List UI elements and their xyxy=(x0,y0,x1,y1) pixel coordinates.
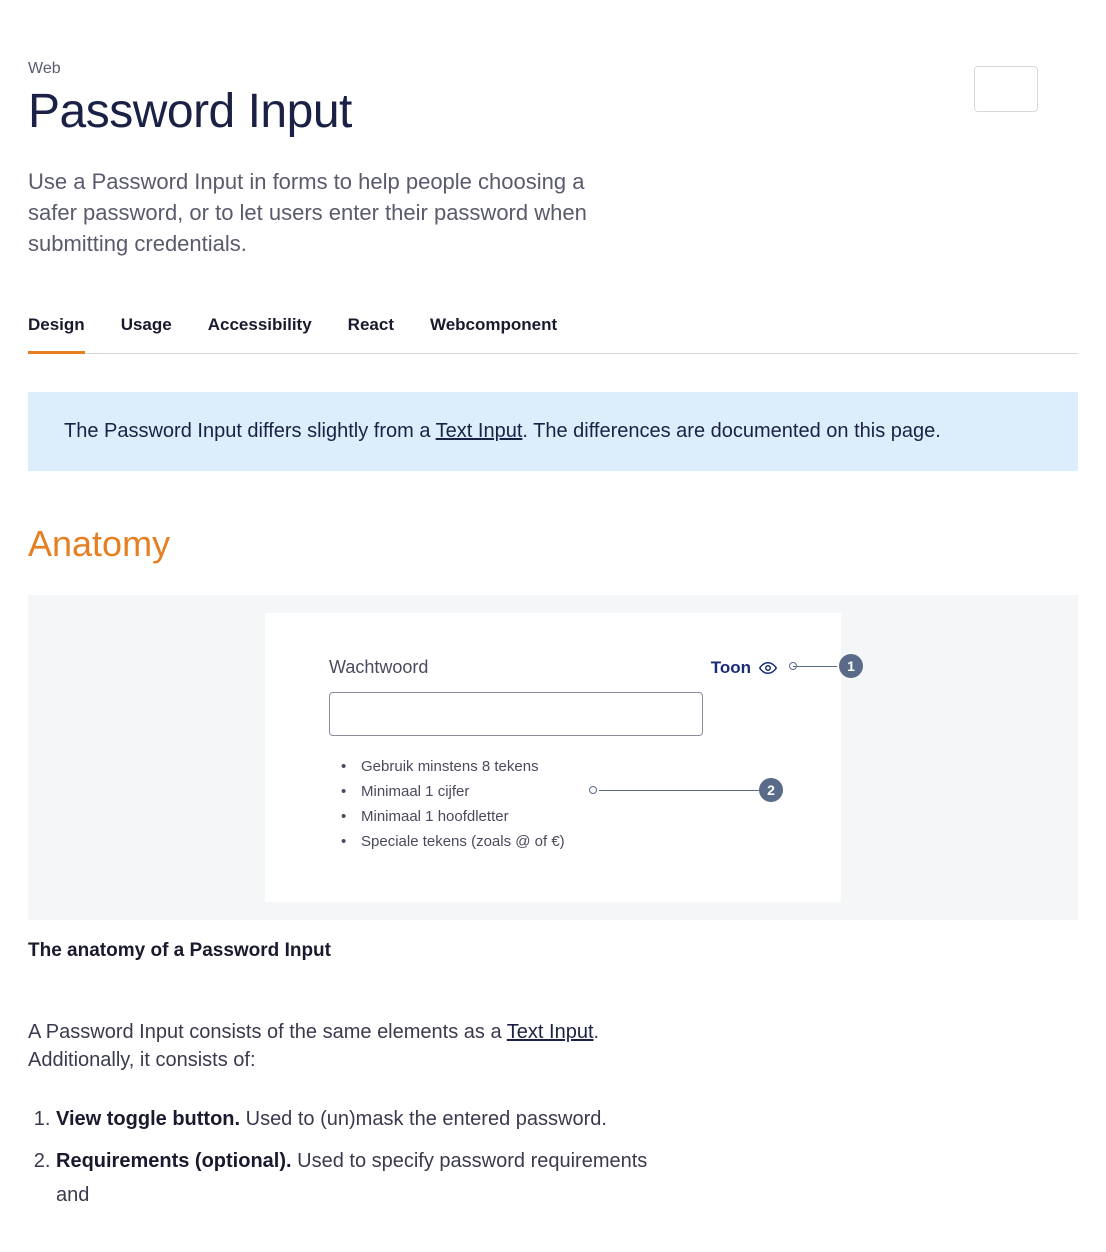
requirement-item: Minimaal 1 cijfer xyxy=(329,783,703,800)
info-notice: The Password Input differs slightly from… xyxy=(28,392,1078,471)
annotation-line-2 xyxy=(599,790,759,791)
anatomy-figure: Wachtwoord Toon 1 Gebruik minstens 8 tek… xyxy=(28,595,1078,920)
list-item: Requirements (optional). Used to specify… xyxy=(56,1144,668,1212)
section-title-anatomy: Anatomy xyxy=(28,523,1078,565)
annotation-marker-1: 1 xyxy=(839,654,863,678)
toc-icon xyxy=(996,81,1016,97)
tab-react[interactable]: React xyxy=(348,315,394,353)
list-item: View toggle button. Used to (un)mask the… xyxy=(56,1102,668,1136)
requirements-list: Gebruik minstens 8 tekens Minimaal 1 cij… xyxy=(329,758,703,850)
list-item-strong: View toggle button. xyxy=(56,1108,240,1130)
anatomy-card: Wachtwoord Toon 1 Gebruik minstens 8 tek… xyxy=(265,613,841,902)
body-pre: A Password Input consists of the same el… xyxy=(28,1021,507,1043)
view-toggle-text: Toon xyxy=(711,658,751,678)
tab-design[interactable]: Design xyxy=(28,315,85,353)
eye-icon xyxy=(759,661,777,675)
notice-post: . The differences are documented on this… xyxy=(522,420,940,442)
list-item-strong: Requirements (optional). xyxy=(56,1150,292,1172)
body-paragraph: A Password Input consists of the same el… xyxy=(28,1018,668,1074)
elements-list: View toggle button. Used to (un)mask the… xyxy=(28,1102,668,1212)
page-description: Use a Password Input in forms to help pe… xyxy=(28,167,628,259)
requirement-item: Speciale tekens (zoals @ of €) xyxy=(329,833,703,850)
page-title: Password Input xyxy=(28,84,1078,139)
tab-usage[interactable]: Usage xyxy=(121,315,172,353)
notice-pre: The Password Input differs slightly from… xyxy=(64,420,436,442)
password-input-box xyxy=(329,692,703,736)
tab-accessibility[interactable]: Accessibility xyxy=(208,315,312,353)
notice-link-text-input[interactable]: Text Input xyxy=(436,420,523,442)
figure-caption: The anatomy of a Password Input xyxy=(28,940,1078,962)
list-item-text: Used to (un)mask the entered password. xyxy=(240,1108,607,1130)
view-toggle: Toon 1 xyxy=(711,658,777,678)
body-link-text-input[interactable]: Text Input xyxy=(507,1021,594,1043)
tabs: Design Usage Accessibility React Webcomp… xyxy=(28,315,1078,354)
requirement-item: Minimaal 1 hoofdletter xyxy=(329,808,703,825)
breadcrumb: Web xyxy=(28,60,1078,78)
toc-toggle-button[interactable] xyxy=(974,66,1038,112)
field-label: Wachtwoord xyxy=(329,657,428,678)
requirement-item: Gebruik minstens 8 tekens xyxy=(329,758,703,775)
annotation-marker-2: 2 xyxy=(759,778,783,802)
tab-webcomponent[interactable]: Webcomponent xyxy=(430,315,557,353)
annotation-line-1 xyxy=(793,666,837,667)
